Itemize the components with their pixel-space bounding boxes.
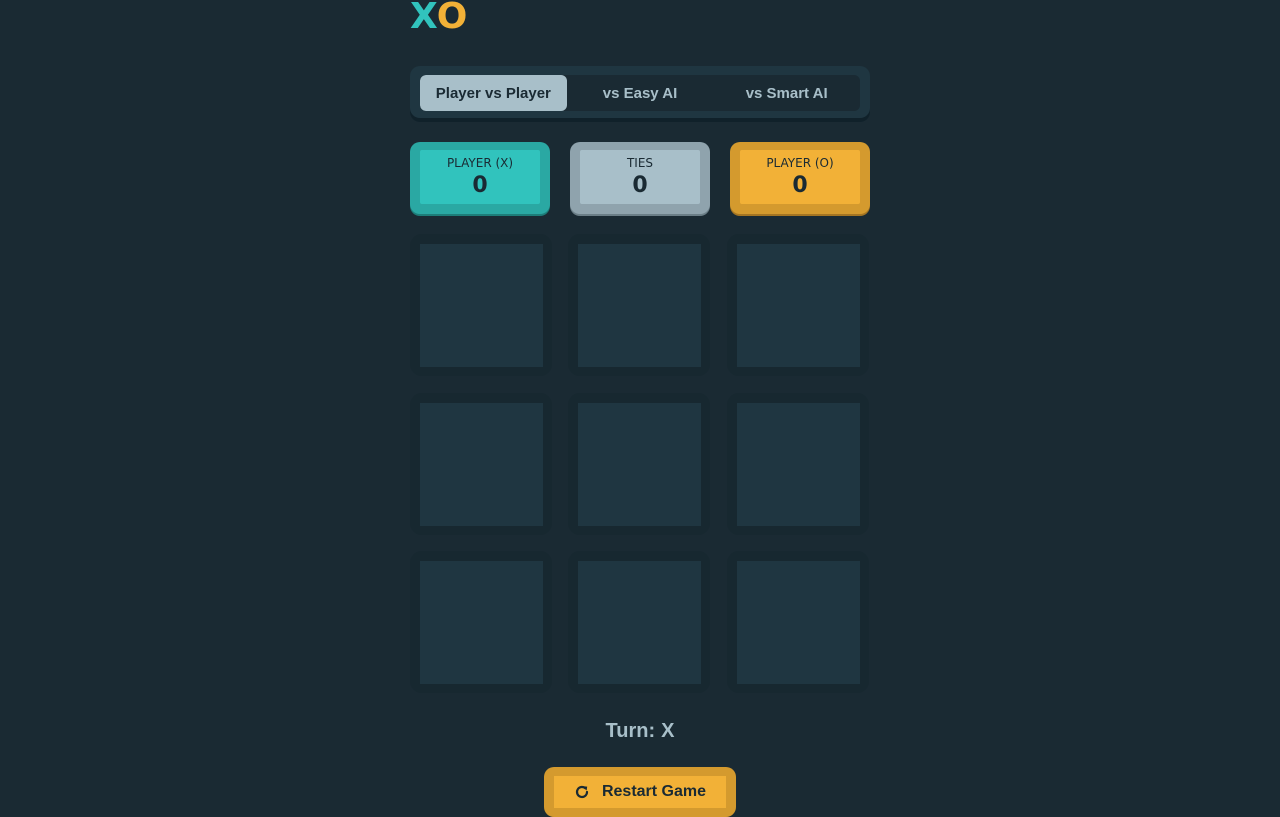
board-cell-3[interactable] (727, 234, 869, 376)
score-value-x: 0 (472, 173, 488, 198)
board-cell-9[interactable] (727, 551, 869, 693)
board-cell-4[interactable] (410, 393, 552, 535)
mode-selector: Player vs Player vs Easy AI vs Smart AI (410, 66, 870, 122)
turn-label: Turn: (605, 720, 656, 742)
logo-o: O (436, 0, 468, 37)
board-cell-6[interactable] (727, 393, 869, 535)
turn-player: X (661, 720, 675, 742)
board-cell-1[interactable] (410, 234, 552, 376)
game-board (410, 234, 870, 694)
board-cell-5[interactable] (568, 393, 710, 535)
score-card-o: PLAYER (O) 0 (730, 142, 870, 214)
mode-player-vs-player-button[interactable]: Player vs Player (420, 75, 567, 111)
score-label-ties: TIES (626, 156, 654, 170)
turn-indicator: Turn: X (410, 718, 870, 744)
score-card-ties: TIES 0 (570, 142, 710, 214)
board-cell-8[interactable] (568, 551, 710, 693)
restart-game-button[interactable]: Restart Game (544, 767, 736, 817)
score-value-o: 0 (792, 173, 808, 198)
score-label-o: PLAYER (O) (766, 156, 834, 170)
logo: XO (410, 0, 468, 37)
scoreboard: PLAYER (X) 0 TIES 0 PLAYER (O) 0 (410, 142, 870, 214)
score-value-ties: 0 (632, 173, 648, 198)
restart-icon (574, 784, 590, 800)
mode-easy-ai-button[interactable]: vs Easy AI (567, 75, 714, 111)
board-cell-7[interactable] (410, 551, 552, 693)
logo-x: X (410, 0, 438, 37)
score-card-x: PLAYER (X) 0 (410, 142, 550, 214)
mode-tabs: Player vs Player vs Easy AI vs Smart AI (420, 75, 860, 111)
score-label-x: PLAYER (X) (446, 156, 514, 170)
board-cell-2[interactable] (568, 234, 710, 376)
mode-smart-ai-button[interactable]: vs Smart AI (713, 75, 860, 111)
restart-label: Restart Game (601, 783, 707, 800)
